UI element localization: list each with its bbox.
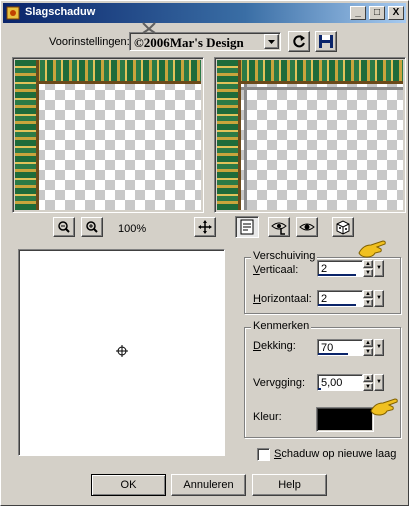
dialog-window: Slagschaduw _ □ X Voorinstellingen: ©200… <box>0 0 409 506</box>
cancel-button[interactable]: Annuleren <box>171 474 246 496</box>
pan-icon <box>198 220 212 234</box>
opacity-slider-fill <box>318 353 348 355</box>
blur-label: Vervgging: <box>253 377 305 389</box>
vertical-increment[interactable]: ▲ <box>363 260 373 268</box>
horizontal-slider-button[interactable]: ▼ <box>374 290 384 307</box>
horizontal-decrement[interactable]: ▼ <box>363 299 373 307</box>
minimize-button[interactable]: _ <box>350 6 366 20</box>
cancel-label: Annuleren <box>183 479 234 491</box>
color-swatch[interactable] <box>316 407 374 432</box>
randomize-button[interactable] <box>332 217 354 237</box>
preview-after[interactable] <box>217 60 403 210</box>
vertical-slider-fill <box>318 274 356 276</box>
horizontal-label: Horizontaal: <box>253 293 312 305</box>
preview-before-frame <box>12 57 204 213</box>
border-top <box>15 60 201 84</box>
light-direction-pane[interactable] <box>18 249 225 456</box>
app-icon <box>6 6 20 20</box>
randomize-icon[interactable] <box>141 21 157 35</box>
opacity-label: Dekking: <box>253 340 296 352</box>
horizontal-input[interactable]: 2 <box>317 290 363 307</box>
new-layer-checkbox[interactable] <box>257 448 270 461</box>
maximize-button[interactable]: □ <box>369 6 385 20</box>
hide-original-icon <box>271 222 287 235</box>
show-original-button[interactable] <box>296 217 318 237</box>
shadow-left <box>244 84 247 210</box>
pointing-hand-icon <box>370 398 398 416</box>
reset-icon <box>293 35 305 48</box>
vertical-label: Verticaal: <box>253 264 299 276</box>
opacity-slider-button[interactable]: ▼ <box>374 339 384 356</box>
zoom-out-icon <box>58 221 70 233</box>
color-swatch-fill <box>318 409 372 430</box>
presets-dropdown-button[interactable] <box>264 34 279 49</box>
dropdown-arrow-icon <box>268 40 275 44</box>
zoom-out-button[interactable] <box>53 217 75 237</box>
hide-original-button[interactable] <box>268 217 290 237</box>
border-left <box>217 60 241 210</box>
window-title: Slagschaduw <box>25 6 96 18</box>
blur-slider-button[interactable]: ▼ <box>374 374 384 391</box>
color-label: Kleur: <box>253 411 282 423</box>
pointing-hand-icon <box>358 240 386 258</box>
vertical-slider-button[interactable]: ▼ <box>374 260 384 277</box>
properties-group-title: Kenmerken <box>251 320 312 332</box>
pan-button[interactable] <box>194 217 216 237</box>
direction-handle-icon[interactable] <box>115 344 129 358</box>
presets-label: Voorinstellingen: <box>49 36 130 48</box>
save-preset-button[interactable] <box>315 31 337 52</box>
opacity-decrement[interactable]: ▼ <box>363 348 373 356</box>
presets-selected-value: ©2006Mar's Design <box>134 35 244 50</box>
horizontal-slider-fill <box>318 304 356 306</box>
border-top <box>217 60 403 84</box>
close-button[interactable]: X <box>388 6 404 20</box>
vertical-input[interactable]: 2 <box>317 260 363 277</box>
opacity-increment[interactable]: ▲ <box>363 339 373 347</box>
blur-increment[interactable]: ▲ <box>363 374 373 382</box>
blur-decrement[interactable]: ▼ <box>363 383 373 391</box>
zoom-level: 100% <box>118 223 147 235</box>
opacity-input[interactable]: 70 <box>317 339 363 356</box>
preview-before[interactable] <box>15 60 201 210</box>
ok-button[interactable]: OK <box>91 474 166 496</box>
dice-icon <box>336 220 350 235</box>
ok-label: OK <box>120 479 137 491</box>
help-label: Help <box>278 479 301 491</box>
reset-button[interactable] <box>288 31 310 52</box>
preview-after-frame <box>214 57 406 213</box>
title-bar[interactable]: Slagschaduw _ □ X <box>3 3 406 23</box>
blur-value: 5,00 <box>321 377 343 389</box>
vertical-decrement[interactable]: ▼ <box>363 269 373 277</box>
zoom-in-icon <box>86 221 98 233</box>
border-left <box>15 60 39 210</box>
horizontal-increment[interactable]: ▲ <box>363 290 373 298</box>
blur-input[interactable]: 5,00 <box>317 374 363 391</box>
shadow-top <box>241 87 403 90</box>
offset-group-title: Verschuiving <box>251 250 318 262</box>
proof-icon <box>240 219 254 235</box>
new-layer-label: Schaduw op nieuwe laag <box>274 448 397 460</box>
save-icon <box>319 35 333 48</box>
blur-slider-fill <box>318 388 321 390</box>
proof-toggle[interactable] <box>235 216 259 238</box>
zoom-in-button[interactable] <box>81 217 103 237</box>
help-button[interactable]: Help <box>252 474 327 496</box>
show-original-icon <box>299 223 315 231</box>
